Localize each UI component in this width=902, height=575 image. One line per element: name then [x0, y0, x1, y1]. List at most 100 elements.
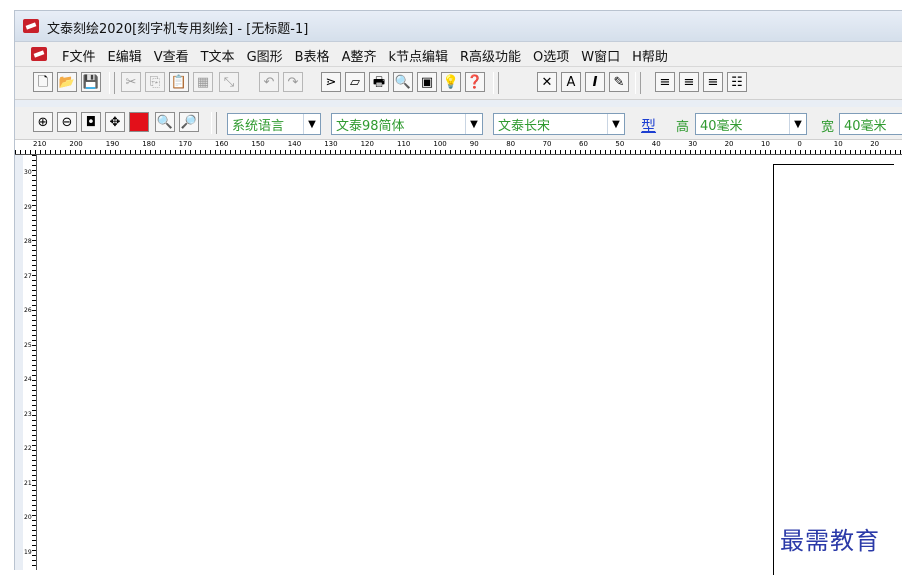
ruler-tick-label: 25: [24, 341, 32, 349]
ruler-labels: 210 200 190 180 170 160 150 140 130 120 110 100 90 80…: [15, 140, 902, 150]
ruler-tick-label: 200: [69, 140, 83, 148]
ruler-tick-label: 160: [215, 140, 229, 148]
font2-select[interactable]: 文泰长宋 ▼: [493, 113, 625, 135]
standard-toolbar: 🗋 📂 💾 ✂ ⎘ 📋 ▦ ⤡ ↶ ↷ ⋗ ▱ 🖶 🔍 ▣ 💡 ❓ ✕ A I …: [15, 67, 902, 100]
align-right-icon[interactable]: ≡: [703, 72, 723, 92]
ruler-tick-label: 80: [506, 140, 516, 148]
ruler-tick-label: 19: [24, 548, 32, 556]
align-center-icon[interactable]: ≡: [679, 72, 699, 92]
italic-icon[interactable]: I: [585, 72, 605, 92]
toolbar-separator: [109, 72, 115, 94]
toolbar-separator: [211, 112, 217, 134]
font-select[interactable]: 文泰98简体 ▼: [331, 113, 483, 135]
chevron-down-icon[interactable]: ▼: [303, 114, 320, 134]
ruler-tick-label: 170: [178, 140, 192, 148]
edit-text-icon[interactable]: ✎: [609, 72, 629, 92]
help-icon[interactable]: ❓: [465, 72, 485, 92]
send-output-icon[interactable]: ⋗: [321, 72, 341, 92]
page-boundary: [773, 164, 894, 575]
open-folder-icon[interactable]: 📂: [57, 72, 77, 92]
height-select[interactable]: 40毫米 ▼: [695, 113, 807, 135]
cut-icon[interactable]: ✂: [121, 72, 141, 92]
menu-align[interactable]: A整齐: [337, 46, 384, 65]
app-logo-icon: [23, 19, 39, 33]
ruler-tick-label: 20: [24, 514, 32, 521]
print-icon[interactable]: 🖶: [369, 72, 389, 92]
ruler-tick-label: 190: [105, 140, 120, 148]
title-bar[interactable]: 文泰刻绘2020[刻字机专用刻绘] - [无标题-1]: [15, 11, 902, 42]
ruler-tick-label: 70: [542, 140, 552, 148]
menu-file[interactable]: F文件: [57, 46, 102, 65]
ruler-tick-label: 130: [324, 140, 338, 148]
height-label: 高: [676, 120, 690, 135]
save-icon[interactable]: 💾: [81, 72, 101, 92]
ruler-tick-label: 29: [24, 203, 32, 211]
ruler-tick-label: 24: [24, 376, 32, 383]
menu-view[interactable]: V查看: [149, 46, 196, 65]
menu-window[interactable]: W窗口: [576, 46, 627, 65]
ruler-tick-label: 210: [33, 140, 47, 148]
ruler-tick-label: 20: [724, 140, 734, 148]
ruler-tick-label: 20: [870, 140, 880, 148]
chevron-down-icon[interactable]: ▼: [607, 114, 624, 134]
paste-icon[interactable]: 📋: [169, 72, 189, 92]
menu-options[interactable]: O选项: [528, 46, 576, 65]
ruler-tick-label: 30: [688, 140, 698, 148]
color-swatch-icon[interactable]: [129, 112, 149, 132]
width-select[interactable]: 40毫米: [839, 113, 902, 135]
ruler-tick-label: 21: [24, 479, 32, 487]
paste-special-icon[interactable]: ▦: [193, 72, 213, 92]
ruler-tick-label: 27: [24, 272, 32, 280]
zoom-selection-icon[interactable]: 🔎: [179, 112, 199, 132]
menu-edit[interactable]: E编辑: [102, 46, 148, 65]
ruler-tick-label: 140: [287, 140, 302, 148]
new-file-icon[interactable]: 🗋: [33, 72, 53, 92]
node-icon[interactable]: ✕: [537, 72, 557, 92]
ruler-tick-label: 100: [433, 140, 447, 148]
menu-node-edit[interactable]: k节点编辑: [383, 46, 455, 65]
ruler-tick-label: 10: [833, 140, 843, 148]
clone-icon[interactable]: ⤡: [219, 72, 239, 92]
ruler-tick-label: 40: [651, 140, 661, 148]
ruler-tick-label: 150: [251, 140, 265, 148]
pan-icon[interactable]: ✥: [105, 112, 125, 132]
ruler-tick-label: 0: [797, 140, 802, 148]
chevron-down-icon[interactable]: ▼: [465, 114, 482, 134]
type-label[interactable]: 型: [641, 115, 656, 136]
document-icon[interactable]: [31, 47, 47, 61]
print-preview-icon[interactable]: 🔍: [393, 72, 413, 92]
ruler-tick-label: 180: [142, 140, 156, 148]
toolbar-separator: [635, 72, 641, 94]
language-select[interactable]: 系统语言 ▼: [227, 113, 321, 135]
frame-icon[interactable]: ▱: [345, 72, 365, 92]
menu-text[interactable]: T文本: [196, 46, 242, 65]
menu-items: F文件 E编辑 V查看 T文本 G图形 B表格 A整齐 k节点编辑 R高级功能 …: [57, 46, 675, 65]
text-box-icon[interactable]: A: [561, 72, 581, 92]
ruler-tick-label: 28: [24, 238, 32, 245]
ruler-tick-label: 110: [397, 140, 411, 148]
copy-icon[interactable]: ⎘: [145, 72, 165, 92]
zoom-fit-icon[interactable]: ◘: [81, 112, 101, 132]
layout-icon[interactable]: ▣: [417, 72, 437, 92]
zoom-page-icon[interactable]: 🔍: [155, 112, 175, 132]
width-label: 宽: [821, 120, 835, 135]
chevron-down-icon[interactable]: ▼: [789, 114, 806, 134]
menu-graphics[interactable]: G图形: [242, 46, 290, 65]
zoom-in-icon[interactable]: ⊕: [33, 112, 53, 132]
menu-table[interactable]: B表格: [290, 46, 337, 65]
ruler-tick-label: 60: [579, 140, 588, 148]
menu-help[interactable]: H帮助: [627, 46, 675, 65]
ruler-tick-label: 30: [24, 169, 32, 176]
justify-icon[interactable]: ☷: [727, 72, 747, 92]
menu-advanced[interactable]: R高级功能: [455, 46, 528, 65]
redo-icon[interactable]: ↷: [283, 72, 303, 92]
horizontal-ruler: 210 200 190 180 170 160 150 140 130 120 110 100 90 80…: [15, 140, 902, 155]
tip-icon[interactable]: 💡: [441, 72, 461, 92]
undo-icon[interactable]: ↶: [259, 72, 279, 92]
zoom-out-icon[interactable]: ⊖: [57, 112, 77, 132]
vertical-ruler: 30 29 28 27 26 25 24 23 22 21 20 19: [23, 155, 37, 570]
ruler-tick-label: 22: [24, 445, 32, 452]
align-left-icon[interactable]: ≡: [655, 72, 675, 92]
menu-bar: F文件 E编辑 V查看 T文本 G图形 B表格 A整齐 k节点编辑 R高级功能 …: [15, 42, 902, 67]
ruler-tick-label: 26: [24, 307, 32, 314]
